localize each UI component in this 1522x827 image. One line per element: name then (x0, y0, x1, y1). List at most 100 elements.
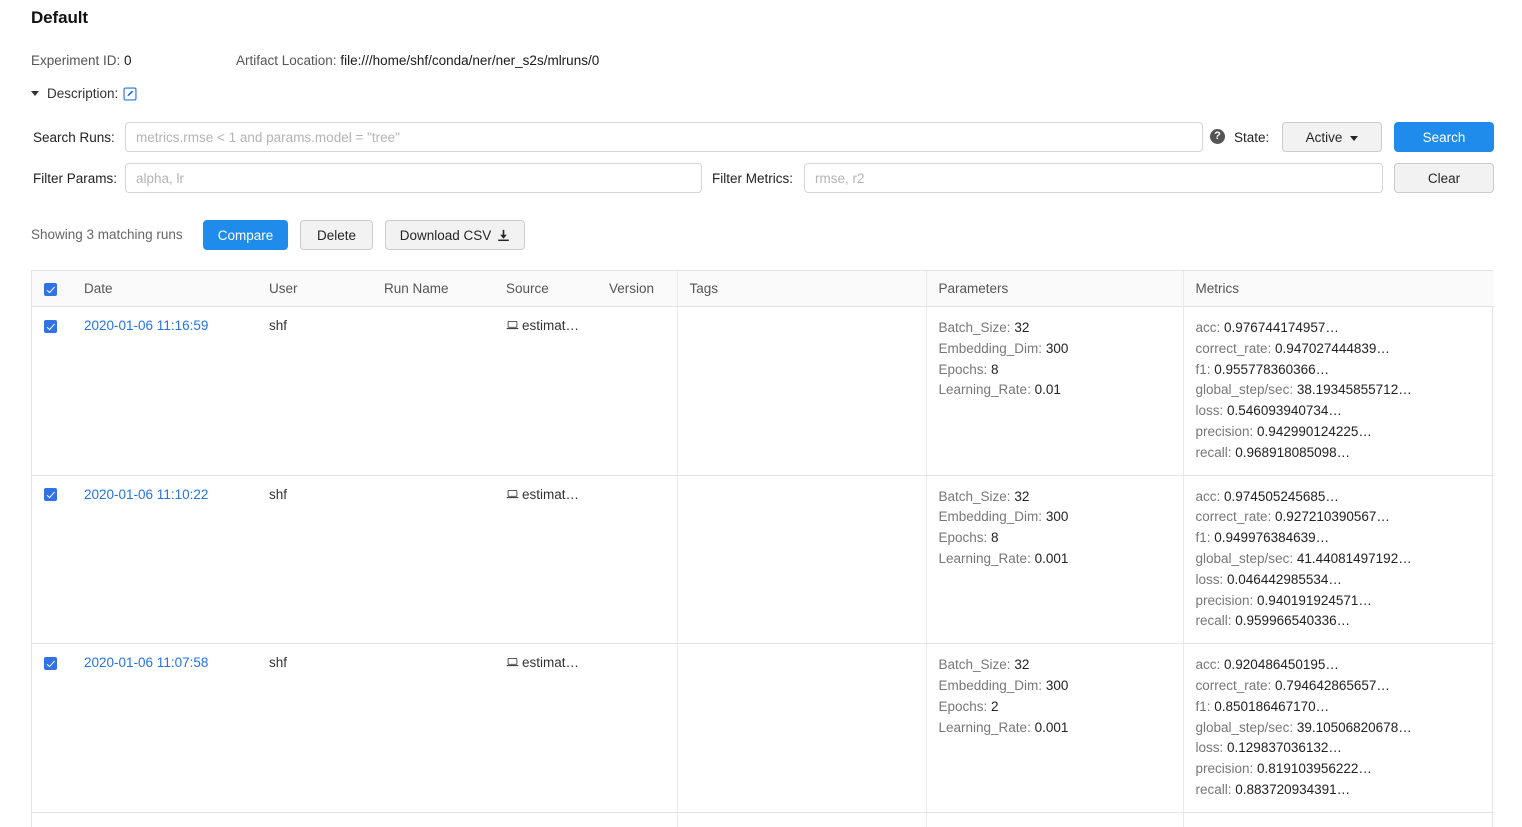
parameters-item: Learning_Rate: 0.001 (939, 549, 1183, 570)
artifact-location-label: Artifact Location: (236, 53, 337, 68)
row-select-cell (32, 643, 72, 813)
parameters-item: Embedding_Dim: 300 (939, 339, 1183, 360)
cell-date: 2020-01-06 11:10:22 (72, 475, 257, 645)
parameters-item: Learning_Rate: 0.001 (939, 718, 1183, 739)
clear-button[interactable]: Clear (1394, 163, 1494, 193)
metrics-item: loss: 0.046442985534… (1196, 570, 1495, 591)
edit-pencil-icon[interactable] (123, 86, 137, 101)
download-csv-button[interactable]: Download CSV (385, 220, 525, 250)
metrics-item: acc: 0.920486450195… (1196, 655, 1495, 676)
metrics-item: correct_rate: 0.947027444839… (1196, 339, 1495, 360)
experiment-id-value: 0 (124, 53, 132, 68)
metrics-value: 0.920486450195… (1224, 657, 1339, 673)
cell-user: shf (257, 475, 372, 645)
caret-down-icon[interactable] (31, 91, 39, 96)
row-checkbox[interactable] (44, 319, 57, 333)
table-row[interactable]: 2020-01-06 11:16:59 shf estimat… Batch_Size… (32, 306, 1495, 476)
source-label: estimat… (522, 655, 580, 671)
parameters-value: 32 (1014, 657, 1030, 673)
cell-metrics: acc: 0.920486450195… correct_rate: 0.7946… (1183, 643, 1495, 813)
mlflow-experiment-page: Default Experiment ID: 0 Artifact Locati… (0, 0, 1522, 827)
column-header-metrics[interactable]: Metrics (1183, 271, 1494, 307)
parameters-key: Embedding_Dim: (938, 509, 1043, 525)
metrics-key: precision: (1195, 592, 1254, 608)
column-header-version[interactable]: Version (597, 271, 677, 307)
compare-button[interactable]: Compare (203, 220, 288, 250)
parameters-value: 300 (1045, 509, 1069, 525)
cell-date: 2020-01-06 11:07:58 (72, 643, 257, 813)
metrics-value: 38.19345855712… (1296, 382, 1412, 398)
cell-version (597, 643, 677, 813)
table-row[interactable]: 2020-01-06 11:07:58 shf estimat… Batch_Size… (32, 643, 1495, 813)
parameters-key: Epochs: (938, 530, 988, 546)
column-header-run-name[interactable]: Run Name (372, 271, 494, 307)
parameters-value: 8 (991, 530, 999, 546)
metrics-value: 0.129837036132… (1227, 740, 1342, 756)
column-header-parameters[interactable]: Parameters (926, 271, 1184, 307)
row-checkbox[interactable] (44, 656, 57, 670)
metrics-list: acc: 0.974505245685… correct_rate: 0.9272… (1196, 487, 1495, 633)
column-header-source[interactable]: Source (494, 271, 597, 307)
cell-empty (494, 812, 597, 827)
metrics-value: 0.927210390567… (1275, 509, 1390, 525)
laptop-icon (506, 319, 519, 332)
cell-parameters: Batch_Size: 32 Embedding_Dim: 300 Epochs: … (926, 475, 1184, 645)
column-header-user[interactable]: User (257, 271, 372, 307)
metrics-key: loss: (1195, 740, 1224, 756)
metrics-key: acc: (1195, 320, 1221, 335)
parameters-value: 32 (1014, 320, 1030, 335)
parameters-item: Batch_Size: 32 (939, 487, 1183, 508)
metrics-item: recall: 0.959966540336… (1196, 611, 1495, 632)
table-row-partial (32, 812, 1494, 827)
state-label: State: (1234, 130, 1270, 145)
run-date-link[interactable]: 2020-01-06 11:10:22 (84, 487, 208, 502)
metrics-value: 0.947027444839… (1275, 340, 1390, 356)
metrics-item: global_step/sec: 38.19345855712… (1196, 380, 1495, 401)
cell-empty (1183, 812, 1494, 827)
cell-tags (676, 643, 927, 813)
metrics-value: 0.959966540336… (1235, 613, 1351, 629)
search-button[interactable]: Search (1394, 122, 1494, 152)
filter-params-input[interactable] (125, 163, 702, 193)
metrics-key: precision: (1195, 423, 1254, 439)
metrics-value: 0.794642865657… (1275, 677, 1390, 693)
search-runs-input[interactable] (125, 122, 1203, 152)
metrics-key: correct_rate: (1195, 509, 1272, 525)
metrics-key: correct_rate: (1195, 340, 1272, 356)
metrics-value: 0.942990124225… (1257, 423, 1372, 439)
cell-run-name (372, 306, 494, 476)
run-date-link[interactable]: 2020-01-06 11:16:59 (84, 318, 208, 333)
cell-empty (257, 812, 372, 827)
parameters-list: Batch_Size: 32 Embedding_Dim: 300 Epochs: … (939, 655, 1183, 738)
row-checkbox[interactable] (44, 488, 57, 502)
metrics-value: 0.968918085098… (1235, 444, 1351, 460)
filter-metrics-input[interactable] (804, 163, 1383, 193)
parameters-item: Epochs: 8 (939, 528, 1183, 549)
question-mark-icon[interactable]: ? (1210, 129, 1225, 144)
metrics-key: f1: (1195, 530, 1211, 546)
experiment-id-meta: Experiment ID: 0 (31, 53, 132, 68)
metrics-key: correct_rate: (1195, 677, 1272, 693)
metrics-value: 0.976744174957… (1224, 320, 1339, 335)
table-row[interactable]: 2020-01-06 11:10:22 shf estimat… Batch_Size… (32, 475, 1495, 645)
parameters-item: Learning_Rate: 0.01 (939, 380, 1183, 401)
column-header-tags[interactable]: Tags (676, 271, 927, 307)
column-header-date[interactable]: Date (72, 271, 257, 307)
parameters-item: Epochs: 8 (939, 360, 1183, 381)
description-label: Description: (47, 86, 119, 101)
select-all-checkbox[interactable] (44, 282, 57, 296)
description-row[interactable]: Description: (31, 86, 137, 101)
run-date-link[interactable]: 2020-01-06 11:07:58 (84, 655, 208, 670)
cell-date: 2020-01-06 11:16:59 (72, 306, 257, 476)
parameters-value: 0.001 (1034, 550, 1069, 566)
page-title: Default (31, 8, 88, 27)
artifact-location-meta: Artifact Location: file:///home/shf/cond… (236, 53, 599, 68)
table-header-row: Date User Run Name Source Version Tags P… (32, 271, 1494, 307)
metrics-item: correct_rate: 0.927210390567… (1196, 507, 1495, 528)
cell-parameters: Batch_Size: 32 Embedding_Dim: 300 Epochs: … (926, 306, 1184, 476)
cell-empty (597, 812, 677, 827)
delete-button[interactable]: Delete (300, 220, 373, 250)
parameters-value: 8 (991, 361, 999, 377)
state-dropdown[interactable]: Active (1282, 122, 1382, 152)
parameters-item: Epochs: 2 (939, 697, 1183, 718)
